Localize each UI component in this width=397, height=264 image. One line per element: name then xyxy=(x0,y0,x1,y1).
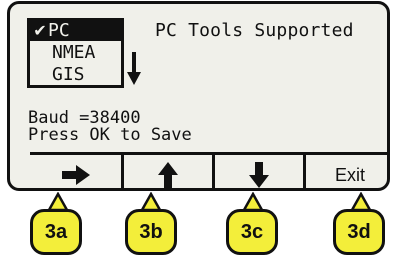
hardware-button-3d[interactable]: 3d xyxy=(333,209,385,255)
check-icon: ✔ xyxy=(33,21,47,40)
save-hint-text: Press OK to Save xyxy=(28,125,192,145)
softkey-exit[interactable]: Exit xyxy=(303,155,387,188)
menu-item-label: NMEA xyxy=(52,42,96,63)
right-arrow-icon xyxy=(61,165,90,185)
page-title: PC Tools Supported xyxy=(155,20,354,41)
softkey-up[interactable] xyxy=(121,155,212,188)
hardware-button-3a[interactable]: 3a xyxy=(30,209,82,255)
softkey-down[interactable] xyxy=(212,155,303,188)
down-arrow-icon xyxy=(127,52,141,85)
up-arrow-icon xyxy=(158,162,178,188)
menu-item-nmea[interactable]: NMEA xyxy=(30,43,122,63)
hardware-button-3c[interactable]: 3c xyxy=(226,209,278,255)
softkey-right[interactable] xyxy=(30,155,121,188)
menu-item-label: PC xyxy=(48,20,70,41)
protocol-menu: ✔ PC NMEA GIS xyxy=(27,18,124,88)
softkey-bar: Exit xyxy=(30,152,387,188)
menu-item-gis[interactable]: GIS xyxy=(30,65,122,85)
down-arrow-icon xyxy=(249,162,269,188)
lcd-screen: ✔ PC NMEA GIS PC Tools Supported Baud =3… xyxy=(7,1,390,191)
menu-item-label: GIS xyxy=(52,64,85,85)
menu-item-pc[interactable]: ✔ PC xyxy=(30,21,122,41)
exit-label: Exit xyxy=(334,164,365,185)
hardware-button-3b[interactable]: 3b xyxy=(125,209,177,255)
